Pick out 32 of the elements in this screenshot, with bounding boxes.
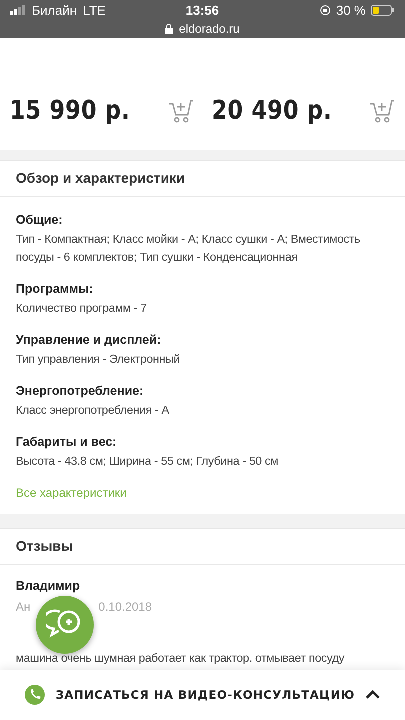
spec-text: Тип - Компактная; Класс мойки - А; Класс сушки - А; Вместимость посуды - 6 комплектов; Тип сушки - Конденсационная <box>16 232 362 266</box>
clock: 13:56 <box>186 3 220 18</box>
add-to-cart-icon[interactable] <box>369 98 395 124</box>
signal-icon <box>10 5 26 15</box>
section-title: Обзор и характеристики <box>0 161 405 197</box>
page-url[interactable]: eldorado.ru <box>179 22 240 36</box>
rotation-lock-icon <box>320 4 332 16</box>
spec-text: Класс энергопотребления - А <box>16 403 170 419</box>
phone-icon <box>24 684 46 706</box>
spec-heading: Габариты и вес: <box>16 435 118 450</box>
spec-heading: Энергопотребление: <box>16 384 145 399</box>
carrier-name: Билайн <box>32 2 78 18</box>
price: 15 990 р. <box>10 96 130 126</box>
lock-icon <box>165 24 174 34</box>
review-author: Владимир <box>16 579 82 594</box>
video-consultation-button[interactable]: ЗАПИСАТЬСЯ НА ВИДЕО-КОНСУЛЬТАЦИЮ <box>56 688 356 702</box>
spec-heading: Общие: <box>16 213 64 228</box>
review-text: машина очень шумная работает как трактор. отмывает посуду <box>16 651 346 667</box>
chevron-up-icon[interactable] <box>365 690 382 700</box>
battery-percent: 30 % <box>336 2 366 18</box>
spec-text: Высота - 43.8 см; Ширина - 55 см; Глубина - 50 см <box>16 454 280 470</box>
price: 20 490 р. <box>212 96 332 126</box>
spec-text: Количество программ - 7 <box>16 301 148 317</box>
review-date: 0.10.2018 <box>98 600 152 614</box>
spec-heading: Программы: <box>16 282 94 297</box>
spec-text: Тип управления - Электронный <box>16 352 182 368</box>
add-to-cart-icon[interactable] <box>168 98 194 124</box>
review-date: Ан <box>16 600 31 614</box>
spec-heading: Управление и дисплей: <box>16 333 162 348</box>
battery-icon <box>371 4 395 16</box>
section-title: Отзывы <box>0 529 405 565</box>
network-type: LTE <box>83 2 106 18</box>
